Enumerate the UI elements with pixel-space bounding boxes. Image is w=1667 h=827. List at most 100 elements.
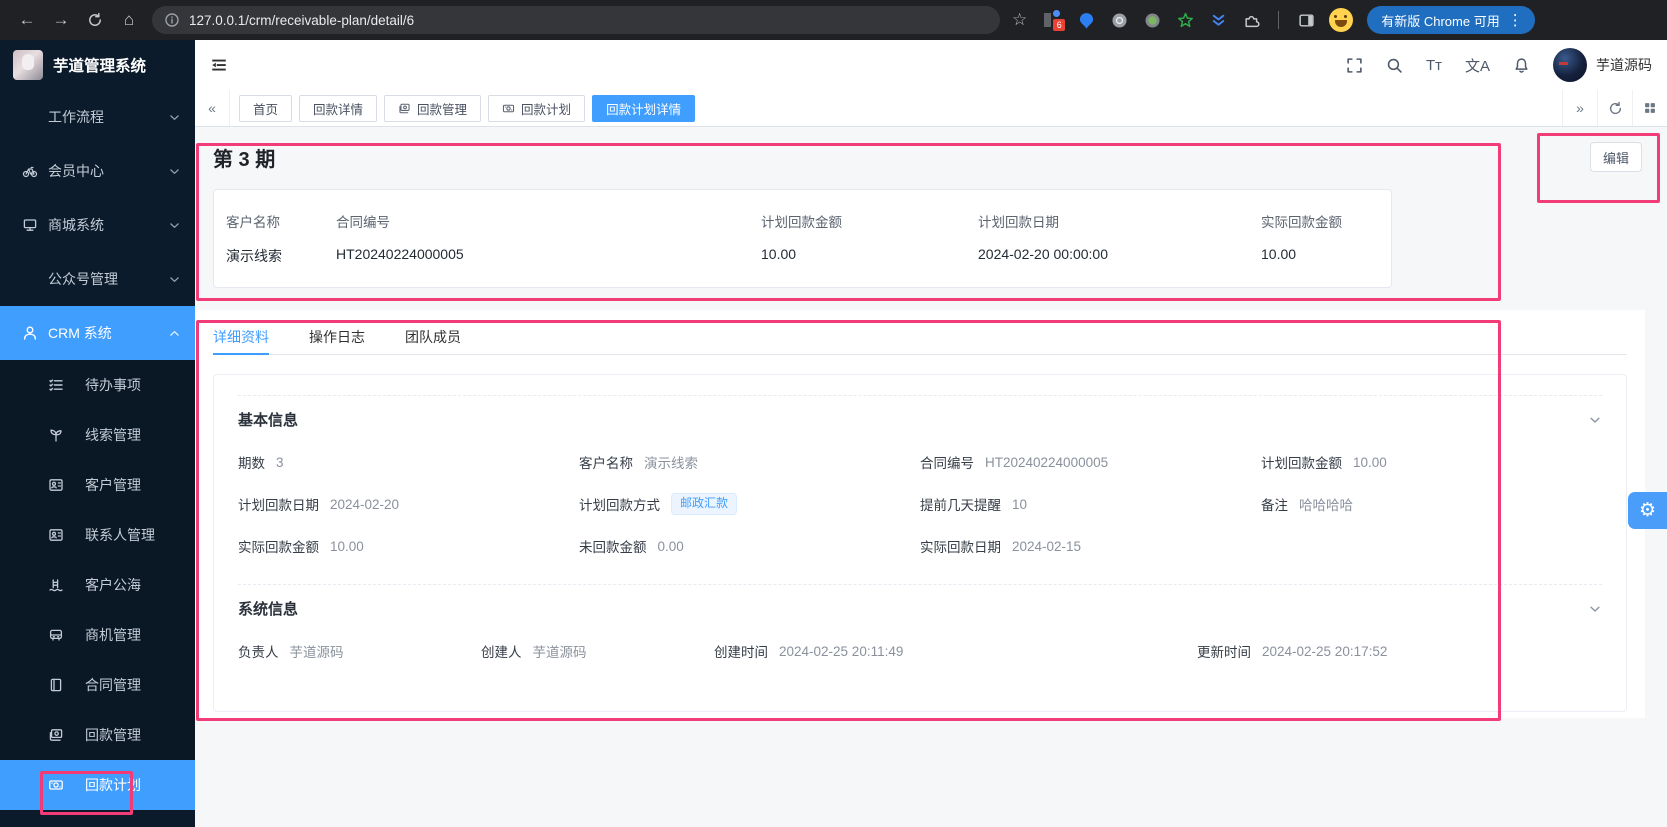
sidebar-item-member-center[interactable]: 会员中心 (0, 144, 195, 198)
contacts-icon (47, 527, 64, 543)
logo-image (13, 50, 43, 80)
extension-gray-orb-icon[interactable] (1109, 10, 1129, 30)
field-remind-days: 提前几天提醒 10 (920, 496, 1028, 514)
tabs-scroll-left-icon[interactable]: « (195, 90, 230, 126)
browser-forward-icon[interactable]: → (44, 3, 78, 37)
sidebar-item-workflow[interactable]: 工作流程 (0, 90, 195, 144)
banknote-icon (47, 777, 64, 793)
section-title: 基本信息 (238, 412, 299, 429)
field-creator: 创建人 芋道源码 (481, 645, 587, 660)
tab-home[interactable]: 首页 (239, 94, 293, 122)
detail-tabs-card: 详细资料 操作日志 团队成员 基本信息 期数 3 客户名称 演示线索 合同编号 … (195, 310, 1645, 718)
user-menu[interactable]: 芋道源码 (1553, 48, 1652, 82)
field-unpaid-amount: 未回款金额 0.00 (579, 538, 684, 556)
browser-reload-icon[interactable] (78, 3, 112, 37)
extensions-puzzle-icon[interactable] (1241, 10, 1261, 30)
page-content: 第 3 期 编辑 客户名称 演示线索 合同编号 HT20240224000005… (195, 127, 1667, 827)
field-actual-amount: 实际回款金额 10.00 (238, 538, 364, 556)
extension-green-star-icon[interactable] (1175, 10, 1195, 30)
tab-receivable-plan[interactable]: 回款计划 (488, 94, 586, 122)
locale-icon[interactable]: 文A (1465, 55, 1490, 76)
sidebar-item-business-management[interactable]: 商机管理 (0, 610, 195, 660)
sidebar-item-receivable-plan[interactable]: 回款计划 (0, 760, 195, 810)
app-header: Tт 文A 芋道源码 (195, 40, 1667, 90)
field-owner: 负责人 芋道源码 (238, 645, 344, 660)
contact-card-icon (47, 477, 64, 493)
chevron-up-icon (168, 327, 181, 340)
field-planned-amount: 计划回款金额 10.00 (1261, 454, 1387, 472)
extension-green-orb-icon[interactable] (1142, 10, 1162, 30)
url-text[interactable]: 127.0.0.1/crm/receivable-plan/detail/6 (189, 13, 414, 28)
user-icon (21, 325, 38, 341)
address-bar[interactable]: 127.0.0.1/crm/receivable-plan/detail/6 (152, 6, 1000, 34)
sidebar-item-contract-management[interactable]: 合同管理 (0, 660, 195, 710)
sidebar-item-mall-system[interactable]: 商城系统 (0, 198, 195, 252)
font-size-icon[interactable]: Tт (1426, 57, 1442, 74)
sidebar-item-crm-system[interactable]: CRM 系统 (0, 306, 195, 360)
chevron-down-icon (168, 273, 181, 286)
system-info-section: 系统信息 负责人 芋道源码 创建人 芋道源码 创建时间 2024-02-25 2… (238, 584, 1602, 689)
bookmark-star-icon[interactable]: ☆ (1012, 10, 1027, 30)
tab-operation-log[interactable]: 操作日志 (309, 327, 365, 355)
extension-balloon-icon[interactable] (1076, 10, 1096, 30)
sidebar-item-receivable-management[interactable]: 回款管理 (0, 710, 195, 760)
extension-double-chevron-icon[interactable] (1208, 10, 1228, 30)
chrome-menu-icon[interactable]: ⋮ (1508, 11, 1523, 29)
tab-receivable-detail[interactable]: 回款详情 (299, 94, 378, 122)
sidebar-item-official-account[interactable]: 公众号管理 (0, 252, 195, 306)
sidebar-item-customer-pool[interactable]: 客户公海 (0, 560, 195, 610)
storefront-icon (21, 217, 38, 233)
banknote-icon (502, 102, 515, 115)
app-logo[interactable]: 芋道管理系统 (0, 40, 195, 90)
browser-home-icon[interactable]: ⌂ (112, 3, 146, 37)
main-area: Tт 文A 芋道源码 « 首页 回款详情 回款管理 回款计划 回款计划详情 » … (195, 40, 1667, 827)
chevron-down-icon (168, 219, 181, 232)
tab-detail-info[interactable]: 详细资料 (213, 327, 269, 355)
sidebar-item-contact-management[interactable]: 联系人管理 (0, 510, 195, 560)
search-icon[interactable] (1386, 57, 1403, 74)
todo-list-icon (47, 377, 64, 393)
edit-button[interactable]: 编辑 (1590, 142, 1642, 172)
field-contract-no: 合同编号 HT20240224000005 (920, 454, 1109, 472)
contract-icon (47, 677, 64, 693)
sidebar-item-clue-management[interactable]: 线索管理 (0, 410, 195, 460)
payment-card-icon (47, 727, 64, 743)
chrome-update-button[interactable]: 有新版 Chrome 可用 ⋮ (1367, 6, 1535, 34)
site-info-icon[interactable] (164, 12, 180, 28)
theme-settings-gear-icon[interactable]: ⚙ (1628, 492, 1667, 529)
field-remark: 备注 哈哈哈哈 (1261, 498, 1353, 513)
summary-column: 实际回款金额 10.00 (1261, 215, 1342, 262)
summary-column: 计划回款金额 10.00 (761, 215, 842, 262)
sprout-icon (47, 427, 64, 443)
crm-submenu: 待办事项 线索管理 客户管理 联系人管理 客户公海 商机管理 合同管理 回款管理… (0, 360, 195, 810)
collapse-chevron-icon[interactable] (1588, 413, 1602, 427)
extension-blocker-icon[interactable]: 6 (1043, 10, 1066, 31)
browser-back-icon[interactable]: ← (10, 3, 44, 37)
tab-receivable-plan-detail[interactable]: 回款计划详情 (592, 94, 696, 122)
collapse-chevron-icon[interactable] (1588, 602, 1602, 616)
fullscreen-icon[interactable] (1346, 57, 1363, 74)
notification-bell-icon[interactable] (1513, 57, 1530, 74)
tabs-layout-icon[interactable] (1632, 90, 1667, 126)
detail-box: 基本信息 期数 3 客户名称 演示线索 合同编号 HT2024022400000… (213, 374, 1627, 712)
app-window: 芋道管理系统 工作流程 会员中心 商城系统 公众号管理 CRM 系统 待办事项 … (0, 40, 1667, 827)
sidebar-item-todo[interactable]: 待办事项 (0, 360, 195, 410)
extension-badge: 6 (1053, 19, 1066, 31)
pool-icon (47, 577, 64, 593)
detail-tabs-nav: 详细资料 操作日志 团队成员 (213, 310, 1627, 355)
side-panel-icon[interactable] (1296, 10, 1316, 30)
tab-team-members[interactable]: 团队成员 (405, 327, 461, 355)
field-create-time: 创建时间 2024-02-25 20:11:49 (714, 643, 904, 661)
profile-avatar[interactable] (1329, 8, 1354, 32)
tab-receivable-management[interactable]: 回款管理 (384, 94, 482, 122)
avatar (1553, 48, 1587, 82)
toolbar-separator (1278, 11, 1280, 29)
tabs-refresh-icon[interactable] (1597, 90, 1632, 126)
field-empty (1261, 535, 1602, 557)
sidebar-collapse-icon[interactable] (210, 56, 228, 74)
page-tabbar: « 首页 回款详情 回款管理 回款计划 回款计划详情 » (195, 90, 1667, 127)
section-title: 系统信息 (238, 601, 299, 618)
tabs-scroll-right-icon[interactable]: » (1562, 90, 1597, 126)
payment-method-tag: 邮政汇款 (671, 493, 738, 515)
sidebar-item-customer-management[interactable]: 客户管理 (0, 460, 195, 510)
